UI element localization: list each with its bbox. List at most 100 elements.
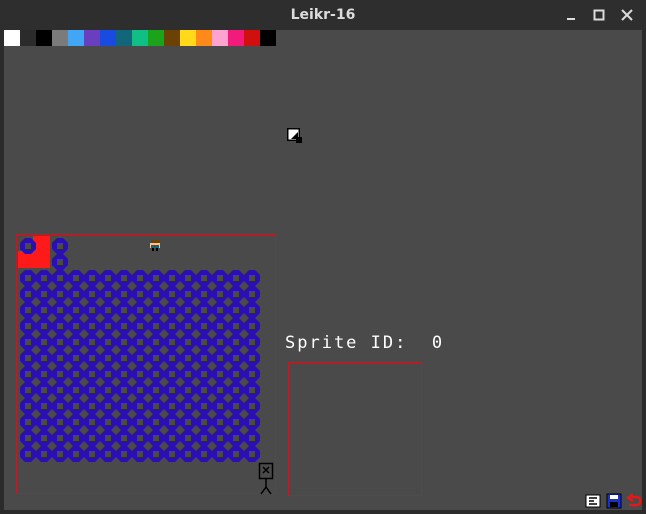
sprite-tile[interactable] <box>116 302 132 318</box>
sprite-tile[interactable] <box>228 302 244 318</box>
palette-swatch[interactable] <box>52 30 68 46</box>
sprite-tile[interactable] <box>244 398 260 414</box>
sprite-tile[interactable] <box>244 366 260 382</box>
sprite-tile[interactable] <box>212 398 228 414</box>
sprite-tile[interactable] <box>196 430 212 446</box>
palette-swatch[interactable] <box>228 30 244 46</box>
sprite-tile[interactable] <box>116 334 132 350</box>
palette-swatch[interactable] <box>164 30 180 46</box>
sprite-tile[interactable] <box>84 398 100 414</box>
sprite-tile[interactable] <box>212 382 228 398</box>
sprite-tile[interactable] <box>52 270 68 286</box>
sprite-tile[interactable] <box>20 446 36 462</box>
sprite-tile[interactable] <box>36 270 52 286</box>
sprite-tile[interactable] <box>52 334 68 350</box>
sprite-tile[interactable] <box>164 414 180 430</box>
sprite-tile[interactable] <box>52 302 68 318</box>
sprite-tile[interactable] <box>244 382 260 398</box>
sprite-tile[interactable] <box>132 414 148 430</box>
sprite-tile[interactable] <box>68 286 84 302</box>
sprite-tile[interactable] <box>36 414 52 430</box>
sprite-tile[interactable] <box>52 414 68 430</box>
sprite-tile[interactable] <box>180 318 196 334</box>
sprite-tile[interactable] <box>132 302 148 318</box>
sprite-tile[interactable] <box>164 366 180 382</box>
sprite-tile[interactable] <box>148 350 164 366</box>
sprite-tile[interactable] <box>68 430 84 446</box>
sprite-tile[interactable] <box>196 302 212 318</box>
sprite-tile[interactable] <box>100 414 116 430</box>
sprite-tile[interactable] <box>244 302 260 318</box>
sprite-tile[interactable] <box>164 318 180 334</box>
sprite-tile[interactable] <box>180 270 196 286</box>
sprite-tile[interactable] <box>84 446 100 462</box>
sprite-tile[interactable] <box>132 382 148 398</box>
sprite-tile[interactable] <box>116 414 132 430</box>
sprite-tile[interactable] <box>212 334 228 350</box>
sprite-tile[interactable] <box>68 366 84 382</box>
sprite-tile[interactable] <box>148 302 164 318</box>
sprite-tile[interactable] <box>180 430 196 446</box>
character-sprite[interactable] <box>150 240 160 251</box>
sprite-tile[interactable] <box>148 414 164 430</box>
sprite-tile[interactable] <box>20 334 36 350</box>
sprite-tile[interactable] <box>20 318 36 334</box>
sprite-tile[interactable] <box>116 318 132 334</box>
sprite-tile[interactable] <box>180 286 196 302</box>
sprite-tile[interactable] <box>212 302 228 318</box>
sprite-tile[interactable] <box>52 318 68 334</box>
sprite-tile[interactable] <box>180 382 196 398</box>
sprite-tile[interactable] <box>132 398 148 414</box>
text-tool-button[interactable] <box>585 493 601 510</box>
sprite-tile[interactable] <box>68 446 84 462</box>
sprite-tile[interactable] <box>68 398 84 414</box>
sprite-tile[interactable] <box>116 382 132 398</box>
sprite-tile[interactable] <box>36 366 52 382</box>
sprite-tile[interactable] <box>84 302 100 318</box>
sprite-tile[interactable] <box>228 286 244 302</box>
sprite-tile[interactable] <box>212 446 228 462</box>
sprite-tile[interactable] <box>244 286 260 302</box>
sprite-tile[interactable] <box>148 270 164 286</box>
sprite-tile[interactable] <box>84 286 100 302</box>
sprite-tile[interactable] <box>116 430 132 446</box>
sprite-tile[interactable] <box>228 318 244 334</box>
palette-swatch[interactable] <box>84 30 100 46</box>
sprite-tile[interactable] <box>244 270 260 286</box>
sprite-tile[interactable] <box>100 334 116 350</box>
sprite-tile[interactable] <box>116 270 132 286</box>
palette-swatch[interactable] <box>196 30 212 46</box>
maximize-button[interactable] <box>589 5 609 25</box>
sprite-tile[interactable] <box>196 350 212 366</box>
sprite-tile[interactable] <box>100 286 116 302</box>
palette-swatch[interactable] <box>180 30 196 46</box>
sprite-tile[interactable] <box>228 398 244 414</box>
sprite-tile[interactable] <box>132 270 148 286</box>
sprite-tile[interactable] <box>196 270 212 286</box>
sprite-tile[interactable] <box>132 350 148 366</box>
sprite-tile[interactable] <box>212 414 228 430</box>
sprite-tile[interactable] <box>52 398 68 414</box>
sprite-tile[interactable] <box>52 254 68 270</box>
sprite-tile[interactable] <box>68 318 84 334</box>
sprite-tile[interactable] <box>244 430 260 446</box>
sprite-tile[interactable] <box>68 302 84 318</box>
sprite-tile[interactable] <box>36 302 52 318</box>
sprite-tile[interactable] <box>52 382 68 398</box>
sprite-tile[interactable] <box>196 446 212 462</box>
sprite-tile[interactable] <box>20 430 36 446</box>
palette-swatch[interactable] <box>4 30 20 46</box>
sprite-tile[interactable] <box>244 350 260 366</box>
sprite-tile[interactable] <box>36 318 52 334</box>
sprite-tile[interactable] <box>148 318 164 334</box>
sprite-tile[interactable] <box>244 318 260 334</box>
sprite-tile[interactable] <box>52 286 68 302</box>
close-button[interactable] <box>617 5 637 25</box>
sprite-tile[interactable] <box>20 366 36 382</box>
palette-swatch[interactable] <box>68 30 84 46</box>
sprite-tile[interactable] <box>84 414 100 430</box>
game-canvas[interactable]: Sprite ID: 0 <box>4 30 642 510</box>
sprite-tile[interactable] <box>148 366 164 382</box>
sprite-tile[interactable] <box>100 398 116 414</box>
sprite-tile[interactable] <box>52 350 68 366</box>
